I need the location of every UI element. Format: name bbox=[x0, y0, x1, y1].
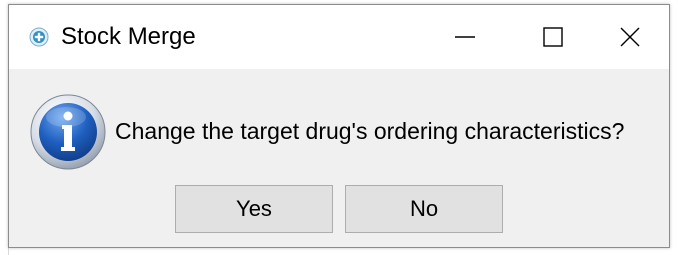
close-icon bbox=[620, 27, 640, 47]
stock-merge-dialog: Stock Merge Change the target drug's ord… bbox=[8, 4, 670, 248]
window-title: Stock Merge bbox=[61, 23, 196, 50]
no-button[interactable]: No bbox=[345, 185, 503, 233]
minimize-icon bbox=[455, 36, 475, 38]
info-icon bbox=[30, 94, 106, 170]
maximize-icon bbox=[543, 27, 563, 47]
title-bar[interactable]: Stock Merge bbox=[9, 5, 669, 69]
dialog-body: Change the target drug's ordering charac… bbox=[9, 69, 669, 247]
stock-merge-app-icon bbox=[29, 27, 49, 47]
close-button[interactable] bbox=[589, 5, 671, 69]
maximize-button[interactable] bbox=[509, 5, 597, 69]
minimize-button[interactable] bbox=[421, 5, 509, 69]
dialog-message: Change the target drug's ordering charac… bbox=[115, 118, 625, 144]
yes-button[interactable]: Yes bbox=[175, 185, 333, 233]
